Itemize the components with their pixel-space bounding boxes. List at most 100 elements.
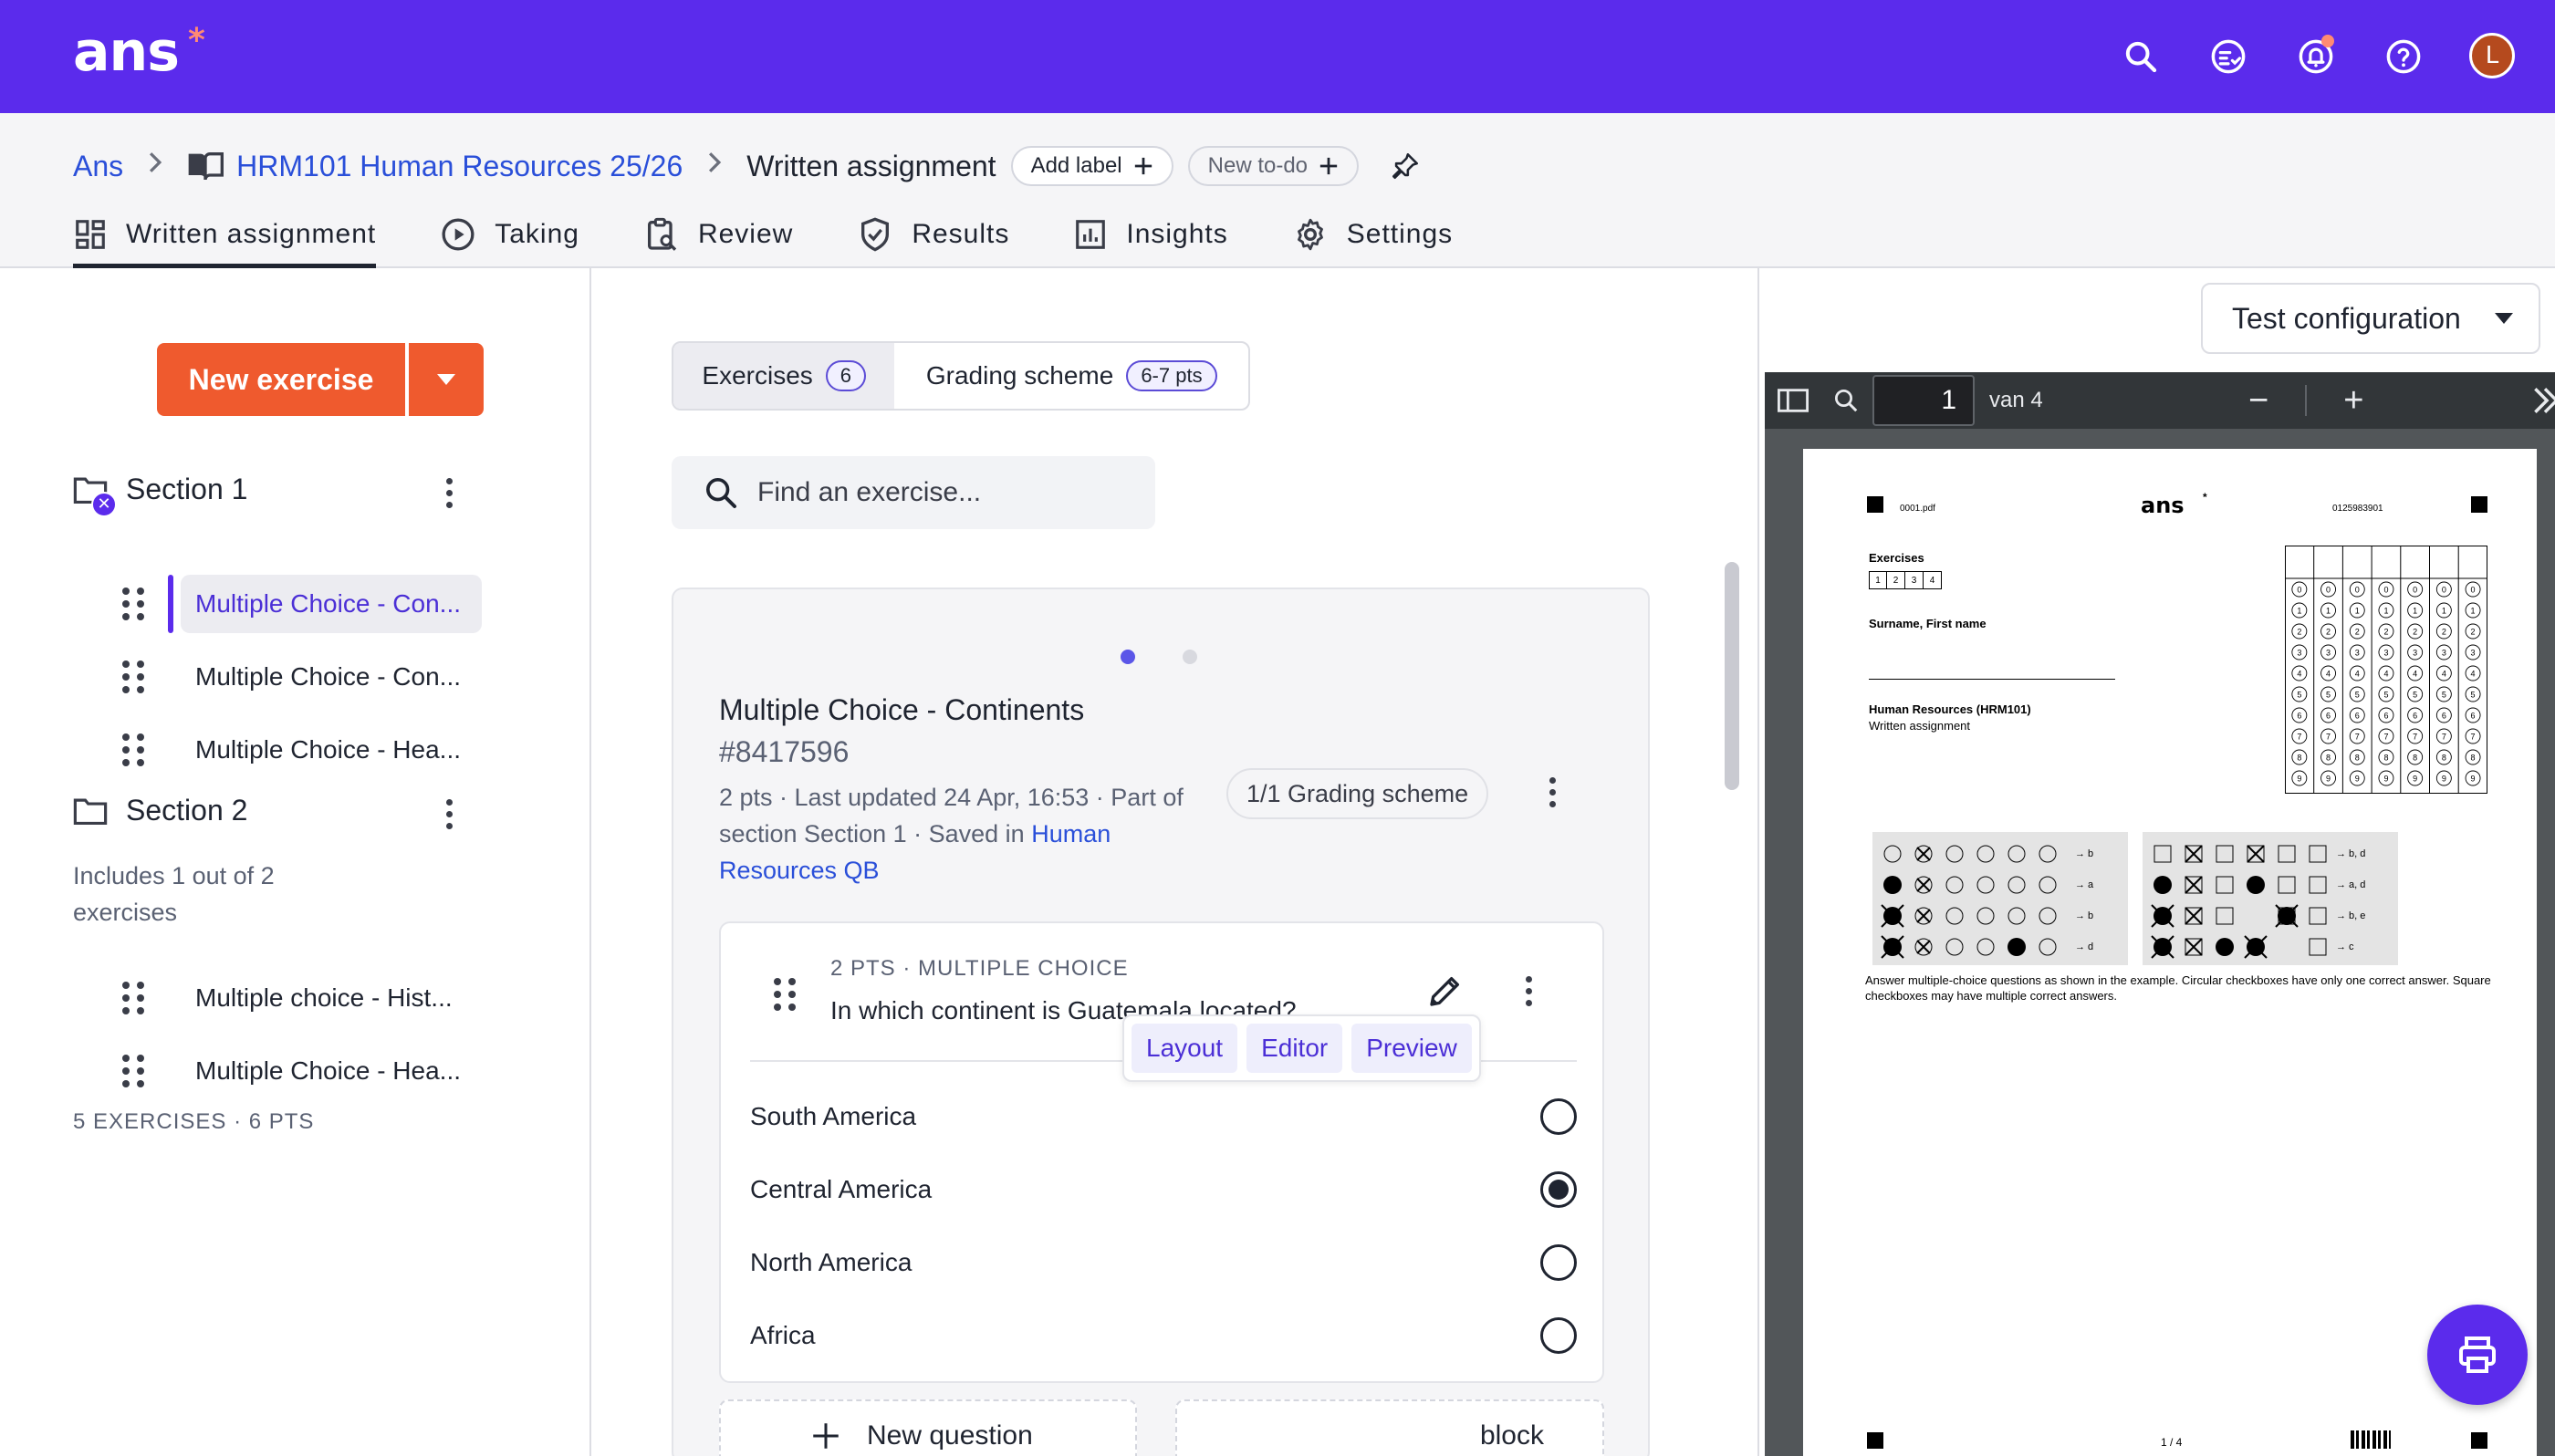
add-label-button[interactable]: Add label: [1010, 146, 1173, 186]
radio-button-checked[interactable]: [1540, 1171, 1577, 1208]
drag-handle-icon[interactable]: [774, 978, 796, 1011]
tab-written-assignment[interactable]: Written assignment: [73, 201, 377, 268]
pdf-search-icon[interactable]: [1832, 387, 1860, 414]
scrollbar-thumb[interactable]: [1725, 562, 1739, 790]
print-button[interactable]: [2427, 1305, 2528, 1405]
sidebar-exercise-item[interactable]: Multiple Choice - Con...: [122, 648, 482, 706]
pin-icon[interactable]: [1390, 151, 1421, 182]
digit-bubble-label: 7: [2326, 733, 2331, 742]
digit-bubble-label: 2: [2471, 628, 2476, 637]
pdf-course: Human Resources (HRM101): [1869, 702, 2031, 716]
sidebar-toggle-icon[interactable]: [1778, 387, 1809, 414]
sidebar-exercise-item[interactable]: Multiple Choice - Hea...: [122, 721, 482, 779]
option-label: Africa: [750, 1321, 816, 1349]
new-exercise-dropdown[interactable]: [409, 343, 484, 416]
sidebar-exercise-item[interactable]: Multiple Choice - Hea...: [122, 1042, 482, 1100]
pdf-name-label: Surname, First name: [1869, 617, 1987, 630]
sidebar-exercise-item[interactable]: Multiple Choice - Con...: [122, 575, 482, 633]
digit-bubble-label: 4: [2413, 670, 2417, 679]
digit-bubble-label: 6: [2383, 712, 2388, 721]
mode-preview[interactable]: Preview: [1351, 1024, 1472, 1073]
digit-bubble-label: 7: [2383, 733, 2388, 742]
section-1-header[interactable]: ✕ Section 1: [73, 473, 247, 517]
example-answer: → a: [2075, 879, 2094, 890]
drag-handle-icon[interactable]: [122, 982, 144, 1014]
drag-handle-icon[interactable]: [122, 588, 144, 620]
section-2-header[interactable]: Section 2: [73, 794, 247, 827]
digit-bubble-label: 5: [2383, 691, 2388, 700]
new-block-label: block: [1479, 1420, 1544, 1451]
user-avatar[interactable]: L: [2469, 33, 2515, 78]
search-icon[interactable]: [2117, 33, 2164, 80]
answer-option[interactable]: Africa: [750, 1299, 1577, 1372]
exercise-id: #8417596: [719, 735, 850, 768]
drag-handle-icon[interactable]: [122, 733, 144, 766]
answer-option[interactable]: South America: [750, 1080, 1577, 1153]
radio-button[interactable]: [1540, 1244, 1577, 1281]
radio-button[interactable]: [1540, 1317, 1577, 1354]
pdf-exercises-label: Exercises: [1869, 551, 1924, 565]
shuffle-badge-icon: ✕: [91, 491, 117, 517]
question-menu-icon[interactable]: [1526, 976, 1532, 1006]
test-configuration-label: Test configuration: [2232, 301, 2461, 335]
corner-mark: [1867, 496, 1883, 513]
new-todo-button[interactable]: New to-do: [1187, 146, 1360, 186]
new-question-button[interactable]: New question: [719, 1399, 1137, 1456]
section-1-menu-icon[interactable]: [438, 478, 460, 508]
digit-bubble-label: 1: [2355, 607, 2360, 616]
mode-editor[interactable]: Editor: [1246, 1024, 1343, 1073]
section-2-menu-icon[interactable]: [438, 799, 460, 829]
exercise-meta-text: 2 pts · Last updated 24 Apr, 16:53 · Par…: [719, 784, 1184, 848]
digit-bubble-label: 4: [2383, 670, 2388, 679]
tab-insights[interactable]: Insights: [1073, 201, 1227, 268]
question-meta: 2 PTS · MULTIPLE CHOICE: [830, 956, 1129, 981]
zoom-in-icon[interactable]: +: [2343, 381, 2363, 421]
radio-button[interactable]: [1540, 1098, 1577, 1135]
digit-bubble-label: 7: [2442, 733, 2446, 742]
carousel-dot[interactable]: [1183, 650, 1197, 664]
carousel-dot-active[interactable]: [1121, 650, 1135, 664]
zoom-out-icon[interactable]: −: [2248, 381, 2268, 421]
breadcrumb-course[interactable]: HRM101 Human Resources 25/26: [236, 150, 683, 183]
test-configuration-select[interactable]: Test configuration: [2201, 283, 2540, 354]
tab-exercises[interactable]: Exercises 6: [673, 343, 895, 409]
tab-settings[interactable]: Settings: [1292, 201, 1453, 268]
digit-bubble-label: 3: [2471, 649, 2476, 658]
exercise-menu-icon[interactable]: [1549, 777, 1556, 807]
mode-switcher: Layout Editor Preview: [1122, 1014, 1481, 1082]
new-exercise-button[interactable]: New exercise: [157, 343, 405, 416]
digit-bubble-label: 6: [2355, 712, 2360, 721]
search-input[interactable]: [757, 477, 1141, 508]
add-label-text: Add label: [1030, 153, 1122, 178]
barcode: [2351, 1430, 2391, 1449]
pdf-page-footer: 1 / 4: [2161, 1436, 2183, 1449]
app-logo[interactable]: ans: [73, 20, 180, 84]
digit-bubble-label: 0: [2442, 586, 2446, 595]
tasks-icon[interactable]: [2205, 33, 2252, 80]
tab-grading-scheme[interactable]: Grading scheme 6-7 pts: [894, 343, 1248, 409]
bell-icon[interactable]: [2292, 33, 2340, 80]
pdf-page-input[interactable]: 1: [1872, 375, 1975, 426]
pdf-viewport[interactable]: 0001.pdf ans * 0125983901 Exercises 1 2 …: [1765, 429, 2555, 1456]
pdf-preview-panel: Test configuration 1 van 4 − + 0001.pdf …: [1757, 268, 2555, 1456]
more-chevron-icon[interactable]: [2531, 385, 2555, 416]
tab-review[interactable]: Review: [643, 201, 793, 268]
example-answer: → b, e: [2336, 910, 2366, 921]
digit-bubble-label: 7: [2355, 733, 2360, 742]
drag-handle-icon[interactable]: [122, 660, 144, 693]
grading-scheme-chip[interactable]: 1/1 Grading scheme: [1226, 768, 1489, 819]
new-block-button[interactable]: block: [1175, 1399, 1604, 1456]
answer-option[interactable]: Central America: [750, 1153, 1577, 1226]
mode-layout[interactable]: Layout: [1132, 1024, 1238, 1073]
digit-bubble-label: 7: [2413, 733, 2417, 742]
breadcrumb-root[interactable]: Ans: [73, 150, 123, 183]
pencil-icon[interactable]: [1427, 972, 1464, 1014]
help-icon[interactable]: [2380, 33, 2427, 80]
digit-bubble-label: 1: [2326, 607, 2331, 616]
corner-mark: [2471, 1432, 2487, 1449]
tab-taking[interactable]: Taking: [440, 201, 579, 268]
answer-option[interactable]: North America: [750, 1226, 1577, 1299]
drag-handle-icon[interactable]: [122, 1055, 144, 1087]
sidebar-exercise-item[interactable]: Multiple choice - Hist...: [122, 969, 482, 1027]
tab-results[interactable]: Results: [857, 201, 1009, 268]
